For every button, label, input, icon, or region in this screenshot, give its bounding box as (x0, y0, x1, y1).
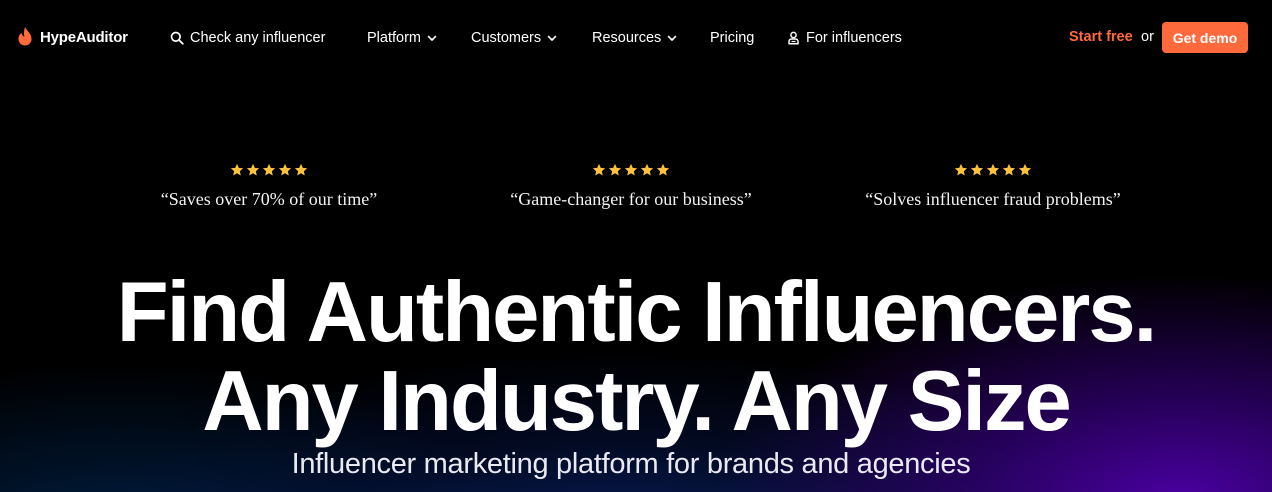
star-icon (640, 163, 654, 176)
nav-for-influencers-label: For influencers (806, 30, 902, 46)
testimonial-quote: “Game-changer for our business” (451, 160, 811, 210)
hero-headline-line-1: Find Authentic Influencers. (116, 265, 1157, 360)
check-influencer-link[interactable]: Check any influencer (170, 28, 325, 48)
top-navigation: HypeAuditor Check any influencer Platfor… (0, 0, 1272, 76)
nav-pricing[interactable]: Pricing (710, 28, 754, 48)
star-icon (230, 163, 244, 176)
quote-text: “Saves over 70% of our time” (160, 189, 378, 209)
star-icon (246, 163, 260, 176)
user-badge-icon (788, 31, 799, 45)
check-influencer-label: Check any influencer (190, 30, 326, 46)
nav-for-influencers[interactable]: For influencers (787, 28, 902, 48)
chevron-down-icon (547, 35, 557, 41)
or-separator: or (1141, 29, 1154, 45)
star-icon (608, 163, 622, 176)
star-icon (624, 163, 638, 176)
hero-headline: Find Authentic Influencers. Any Industry… (0, 268, 1272, 446)
star-icon (592, 163, 606, 176)
nav-platform-label: Platform (367, 30, 421, 46)
testimonial-quote: “Saves over 70% of our time” (89, 160, 449, 210)
nav-customers[interactable]: Customers (471, 28, 557, 48)
nav-pricing-label: Pricing (710, 30, 755, 46)
rating-stars (230, 160, 308, 180)
nav-resources[interactable]: Resources (592, 28, 677, 48)
star-icon (656, 163, 670, 176)
nav-platform[interactable]: Platform (367, 28, 437, 48)
testimonial-quote: “Solves influencer fraud problems” (813, 160, 1173, 210)
rating-stars (592, 160, 670, 180)
star-icon (262, 163, 276, 176)
brand-name: HypeAuditor (40, 28, 128, 46)
get-demo-button[interactable]: Get demo (1162, 22, 1248, 53)
star-icon (278, 163, 292, 176)
chevron-down-icon (427, 35, 437, 41)
star-icon (986, 163, 1000, 176)
hero-headline-line-2: Any Industry. Any Size (202, 354, 1072, 449)
search-icon (170, 31, 184, 45)
flame-icon (18, 27, 32, 46)
nav-resources-label: Resources (592, 30, 662, 46)
brand-logo[interactable]: HypeAuditor (16, 24, 128, 50)
star-icon (294, 163, 308, 176)
star-icon (1002, 163, 1016, 176)
start-free-link[interactable]: Start free (1069, 29, 1133, 45)
star-icon (954, 163, 968, 176)
chevron-down-icon (668, 35, 677, 41)
quote-text: “Solves influencer fraud problems” (865, 189, 1121, 209)
quote-text: “Game-changer for our business” (510, 189, 752, 209)
star-icon (970, 163, 984, 176)
nav-customers-label: Customers (471, 30, 542, 46)
rating-stars (954, 160, 1032, 180)
star-icon (1018, 163, 1032, 176)
hero-subheadline: Influencer marketing platform for brands… (291, 448, 971, 480)
